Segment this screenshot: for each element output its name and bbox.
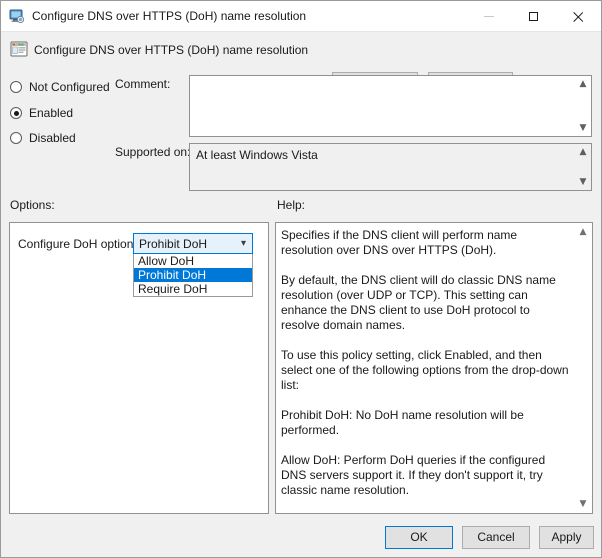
chevron-down-icon[interactable]: ▼ — [575, 497, 591, 511]
help-scrollbar[interactable]: ▲ ▼ — [575, 224, 591, 512]
radio-enabled[interactable]: Enabled — [10, 104, 73, 122]
comment-label: Comment: — [115, 77, 171, 91]
help-paragraph: Allow DoH: Perform DoH queries if the co… — [281, 453, 546, 497]
combobox-dropdown-list[interactable]: Allow DoH Prohibit DoH Require DoH — [133, 254, 253, 297]
supported-on-value: At least Windows Vista — [196, 148, 318, 162]
ok-button[interactable]: OK — [385, 526, 453, 549]
help-paragraph: To use this policy setting, click Enable… — [281, 348, 569, 392]
help-heading: Help: — [277, 198, 306, 212]
combobox-option-allow-doh[interactable]: Allow DoH — [134, 254, 252, 268]
supported-on-scrollbar[interactable]: ▲ ▼ — [575, 144, 591, 190]
help-panel: Specifies if the DNS client will perform… — [275, 222, 593, 514]
help-text: Specifies if the DNS client will perform… — [281, 228, 571, 514]
radio-indicator — [10, 132, 22, 144]
setting-header: Configure DNS over HTTPS (DoH) name reso… — [1, 32, 601, 111]
policy-setting-icon — [10, 40, 28, 58]
combobox-option-prohibit-doh[interactable]: Prohibit DoH — [134, 268, 252, 282]
options-panel: Configure DoH options: Prohibit DoH ▾ Al… — [9, 222, 269, 514]
cancel-button[interactable]: Cancel — [462, 526, 530, 549]
chevron-down-icon[interactable]: ▼ — [575, 175, 591, 189]
title-bar: Configure DNS over HTTPS (DoH) name reso… — [1, 1, 601, 32]
comment-input[interactable]: ▲ ▼ — [189, 75, 592, 137]
combobox-display[interactable]: Prohibit DoH ▾ — [133, 233, 253, 254]
chevron-down-icon[interactable]: ▼ — [575, 121, 591, 135]
chevron-up-icon[interactable]: ▲ — [575, 225, 591, 239]
close-button[interactable] — [556, 1, 601, 31]
maximize-button[interactable] — [511, 1, 556, 31]
help-paragraph: Prohibit DoH: No DoH name resolution wil… — [281, 408, 524, 437]
help-paragraph: Require DoH: Allow only DoH name resolut… — [281, 513, 571, 514]
combobox-selected-value: Prohibit DoH — [139, 237, 208, 251]
radio-label: Disabled — [29, 131, 76, 145]
chevron-down-icon[interactable]: ▾ — [241, 238, 246, 250]
setting-title: Configure DNS over HTTPS (DoH) name reso… — [34, 43, 309, 57]
chevron-up-icon[interactable]: ▲ — [575, 145, 591, 159]
help-paragraph: Specifies if the DNS client will perform… — [281, 228, 518, 257]
bottom-edge-artifact — [49, 553, 209, 557]
combobox-option-require-doh[interactable]: Require DoH — [134, 282, 252, 296]
window-title: Configure DNS over HTTPS (DoH) name reso… — [32, 9, 307, 23]
doh-options-combobox[interactable]: Prohibit DoH ▾ Allow DoH Prohibit DoH Re… — [133, 233, 253, 297]
configure-doh-label: Configure DoH options: — [18, 237, 143, 251]
options-heading: Options: — [10, 198, 55, 212]
comment-scrollbar[interactable]: ▲ ▼ — [575, 76, 591, 136]
group-policy-setting-dialog: Configure DNS over HTTPS (DoH) name reso… — [0, 0, 602, 558]
radio-label: Not Configured — [29, 80, 110, 94]
radio-not-configured[interactable]: Not Configured — [10, 78, 110, 96]
chevron-up-icon[interactable]: ▲ — [575, 77, 591, 91]
window-controls — [466, 1, 601, 31]
radio-indicator-selected — [10, 107, 22, 119]
monitor-policy-icon — [9, 8, 25, 24]
supported-on-field: At least Windows Vista ▲ ▼ — [189, 143, 592, 191]
help-paragraph: By default, the DNS client will do class… — [281, 273, 556, 332]
supported-on-label: Supported on: — [115, 145, 191, 159]
radio-indicator — [10, 81, 22, 93]
apply-button[interactable]: Apply — [539, 526, 594, 549]
minimize-button[interactable] — [466, 1, 511, 31]
radio-label: Enabled — [29, 106, 74, 120]
radio-disabled[interactable]: Disabled — [10, 129, 76, 147]
